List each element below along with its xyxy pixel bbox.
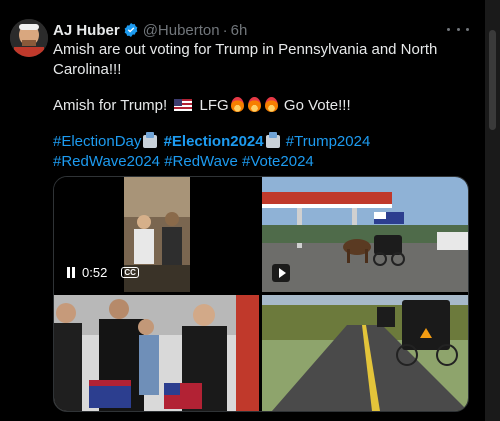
tweet: AJ Huber @Huberton · 6h Amish are out vo…: [0, 0, 485, 421]
ballot-box-icon: [265, 132, 280, 148]
video-duration: 0:52: [82, 265, 108, 280]
video-controls: 0:52 CC: [66, 265, 139, 280]
tweet-line-3-suffix: Go Vote!!!: [283, 97, 351, 114]
hashtag-redwave[interactable]: #RedWave: [164, 153, 238, 170]
tweet-header: AJ Huber @Huberton · 6h: [53, 20, 247, 40]
author-name[interactable]: AJ Huber: [53, 22, 120, 39]
tweet-text: Amish are out voting for Trump in Pennsy…: [53, 40, 473, 172]
more-options-icon[interactable]: [447, 21, 469, 37]
more-dot: [466, 27, 469, 31]
separator-dot: ·: [222, 21, 228, 39]
media-image-road[interactable]: [262, 295, 468, 411]
tweet-line-3-prefix: Amish for Trump!: [53, 97, 168, 114]
tweet-line-3-lfg: LFG: [199, 97, 229, 114]
us-flag-icon: [174, 99, 193, 111]
more-dot: [456, 27, 460, 31]
page-scrollbar[interactable]: [485, 0, 500, 421]
avatar[interactable]: [10, 19, 48, 57]
verified-badge-icon: [124, 23, 138, 37]
country-road-image: [262, 295, 468, 411]
play-icon[interactable]: [272, 264, 290, 282]
pause-icon[interactable]: [66, 267, 76, 278]
fire-icon: [264, 97, 278, 112]
author-handle[interactable]: @Huberton: [143, 22, 220, 39]
hashtag-trump2024[interactable]: #Trump2024: [286, 133, 371, 150]
fire-icon: [247, 97, 261, 112]
more-dot: [447, 27, 450, 31]
closed-captions-icon[interactable]: CC: [121, 267, 139, 278]
scrollbar-thumb[interactable]: [489, 30, 496, 130]
media-image-flags[interactable]: [54, 295, 259, 411]
tweet-line-1: Amish are out voting for Trump in Pennsy…: [53, 41, 438, 58]
media-image-horse-buggy[interactable]: [262, 177, 468, 292]
timestamp[interactable]: 6h: [231, 22, 248, 39]
tweet-line-2: Carolina!!!: [53, 61, 122, 78]
gas-station-image: [262, 177, 468, 292]
people-with-flags-image: [54, 295, 259, 411]
hashtag-vote2024[interactable]: #Vote2024: [242, 153, 314, 170]
avatar-image: [10, 19, 48, 57]
hashtag-line-2: #RedWave2024 #RedWave #Vote2024: [53, 152, 473, 172]
tweet-line-3: Amish for Trump! LFG Go Vote!!!: [53, 96, 473, 116]
hashtag-election2024[interactable]: #Election2024: [164, 133, 264, 150]
fire-icon: [230, 97, 244, 112]
hashtag-electionday[interactable]: #ElectionDay: [53, 133, 141, 150]
media-grid: 0:52 CC: [53, 176, 469, 412]
video-player[interactable]: 0:52 CC: [54, 177, 259, 292]
hashtag-redwave2024[interactable]: #RedWave2024: [53, 153, 160, 170]
ballot-box-icon: [143, 132, 158, 148]
hashtag-line-1: #ElectionDay #Election2024 #Trump2024: [53, 132, 473, 152]
